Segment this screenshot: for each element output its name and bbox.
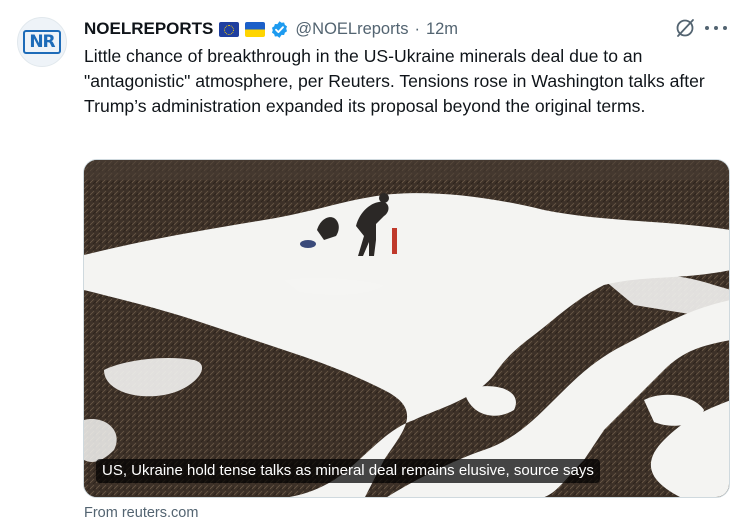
card-source[interactable]: From reuters.com	[84, 505, 198, 521]
author-handle[interactable]: @NOELreports	[295, 20, 408, 39]
separator-dot: ·	[414, 19, 420, 38]
more-icon[interactable]	[705, 20, 727, 36]
tweet-header: NOELREPORTS @NOELreports · 12m	[84, 17, 458, 41]
grok-icon[interactable]	[674, 17, 696, 39]
nr-logo-icon: NR	[23, 30, 61, 54]
author-name[interactable]: NOELREPORTS	[84, 19, 213, 39]
tweet[interactable]: NR NOELREPORTS @NOELreports · 12m Little…	[0, 0, 750, 526]
ukraine-flag-icon	[245, 21, 266, 37]
tweet-text: Little chance of breakthrough in the US-…	[84, 46, 705, 116]
verified-badge-icon[interactable]	[270, 20, 289, 39]
link-card-image[interactable]	[83, 159, 730, 498]
avatar-initials: NR	[23, 30, 61, 54]
timestamp[interactable]: 12m	[426, 20, 458, 39]
card-caption[interactable]: US, Ukraine hold tense talks as mineral …	[96, 459, 600, 483]
eu-flag-icon	[219, 21, 240, 37]
avatar[interactable]: NR	[17, 17, 67, 67]
